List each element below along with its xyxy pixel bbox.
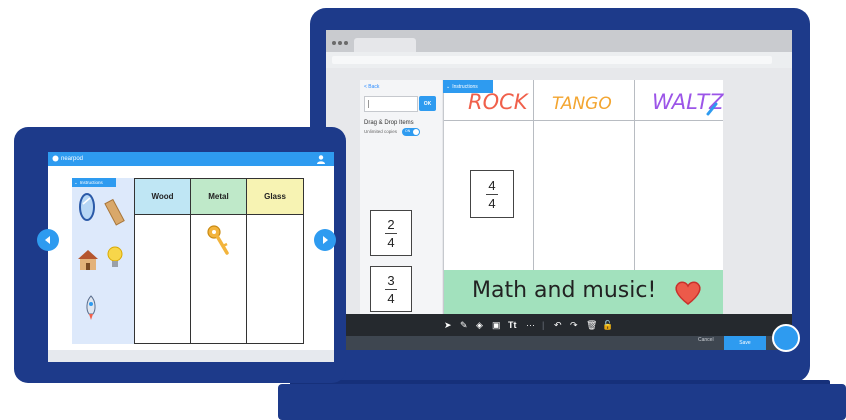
- lock-icon[interactable]: 🔓: [602, 319, 613, 331]
- denominator: 4: [387, 234, 395, 250]
- toggle-knob: [413, 129, 419, 135]
- toggle-state-label: ON: [405, 129, 411, 133]
- marker-pen-icon: [706, 102, 718, 116]
- tablet-screen: nearpod ⌄ Instructions Wood Metal Glass: [48, 152, 334, 362]
- instructions-button[interactable]: ⌄ Instructions: [72, 178, 116, 187]
- drag-drop-board: ROCK TANGO WALTZ 4 4 Math and music!: [443, 80, 724, 314]
- text-icon[interactable]: Tt: [508, 319, 517, 331]
- redo-icon[interactable]: ↷: [570, 319, 578, 331]
- image-icon[interactable]: ▣: [492, 319, 501, 331]
- heart-icon: [675, 281, 701, 305]
- fraction-bar: [385, 232, 397, 234]
- user-avatar-icon[interactable]: [316, 154, 326, 164]
- key-icon[interactable]: [205, 223, 231, 257]
- table-header-glass: Glass: [247, 179, 303, 215]
- numerator: 2: [387, 216, 395, 232]
- trash-icon[interactable]: 🗑: [586, 319, 597, 331]
- tablet-footer: [48, 350, 334, 362]
- ok-button[interactable]: OK: [419, 96, 436, 111]
- unlimited-copies-toggle[interactable]: ON: [402, 128, 420, 136]
- laptop-screen: < Back OK Drag & Drop Items Unlimited co…: [326, 30, 792, 350]
- laptop-base: [278, 384, 846, 420]
- toolbar-divider: |: [542, 320, 545, 330]
- mirror-icon[interactable]: [78, 192, 96, 222]
- drop-zone-glass[interactable]: [247, 215, 303, 343]
- fraction-bar: [486, 193, 498, 195]
- item-input[interactable]: [364, 96, 418, 112]
- chevron-down-icon: ⌄: [74, 179, 78, 185]
- drawing-toolbar: ➤ ✎ ◈ ▣ Tt ··· | ↶ ↷ 🗑 🔓: [326, 314, 792, 336]
- save-button[interactable]: Save: [724, 336, 766, 350]
- window-dot[interactable]: [344, 41, 348, 45]
- drop-zone-wood[interactable]: [135, 215, 191, 343]
- banner-text: Math and music!: [472, 278, 657, 303]
- numerator: 3: [387, 272, 395, 288]
- previous-button[interactable]: [37, 229, 59, 251]
- table-header-metal: Metal: [191, 179, 247, 215]
- eraser-icon[interactable]: ◈: [476, 319, 483, 331]
- browser-tab[interactable]: [354, 38, 416, 52]
- drag-drop-title: Drag & Drop Items: [364, 120, 414, 126]
- footer-bar: [326, 336, 792, 350]
- item-strip: [72, 178, 134, 344]
- drop-zone-metal[interactable]: [191, 215, 247, 343]
- rocket-icon[interactable]: [80, 294, 102, 322]
- pen-icon[interactable]: ✎: [460, 319, 468, 331]
- chevron-right-icon: [323, 236, 328, 244]
- lightbulb-icon[interactable]: [106, 244, 124, 272]
- column-header-tango: TANGO: [552, 94, 612, 114]
- address-field[interactable]: [332, 56, 772, 64]
- sorting-table: Wood Metal Glass: [134, 178, 304, 344]
- logo-text: nearpod: [61, 155, 84, 162]
- numerator: 4: [488, 177, 496, 193]
- fraction-card[interactable]: 3 4: [370, 266, 412, 312]
- chevron-left-icon: [45, 236, 50, 244]
- address-bar: [326, 52, 792, 68]
- undo-icon[interactable]: ↶: [554, 319, 562, 331]
- fraction-bar: [385, 288, 397, 290]
- column-divider: [533, 80, 534, 270]
- instructions-label: Instructions: [452, 83, 478, 90]
- house-icon[interactable]: [76, 248, 100, 272]
- instructions-label: Instructions: [79, 180, 103, 185]
- cancel-button[interactable]: Cancel: [698, 337, 714, 343]
- tablet-header: nearpod: [48, 152, 334, 166]
- more-icon[interactable]: ···: [526, 319, 535, 331]
- chevron-down-icon: ⌄: [446, 83, 451, 90]
- next-button[interactable]: [314, 229, 336, 251]
- browser-chrome: [326, 30, 792, 52]
- window-dot[interactable]: [338, 41, 342, 45]
- window-dot[interactable]: [332, 41, 336, 45]
- fraction-card[interactable]: 2 4: [370, 210, 412, 256]
- unlimited-copies-label: Unlimited copies: [364, 129, 398, 134]
- back-link[interactable]: < Back: [364, 84, 379, 90]
- denominator: 4: [488, 195, 496, 211]
- pointer-icon[interactable]: ➤: [444, 319, 452, 331]
- chat-icon[interactable]: [772, 324, 800, 352]
- denominator: 4: [387, 290, 395, 306]
- instructions-button[interactable]: ⌄ Instructions: [443, 80, 493, 93]
- text-cursor: [368, 100, 369, 108]
- table-header-wood: Wood: [135, 179, 191, 215]
- nearpod-logo: nearpod: [52, 155, 83, 162]
- logo-icon: [52, 155, 59, 162]
- column-divider: [634, 80, 635, 270]
- placed-fraction-card[interactable]: 4 4: [470, 170, 514, 218]
- header-divider: [444, 120, 723, 121]
- column-header-rock: ROCK: [468, 90, 528, 114]
- plank-icon[interactable]: [104, 198, 126, 226]
- editor-side-panel: < Back OK Drag & Drop Items Unlimited co…: [360, 80, 442, 314]
- banner: Math and music!: [444, 270, 723, 314]
